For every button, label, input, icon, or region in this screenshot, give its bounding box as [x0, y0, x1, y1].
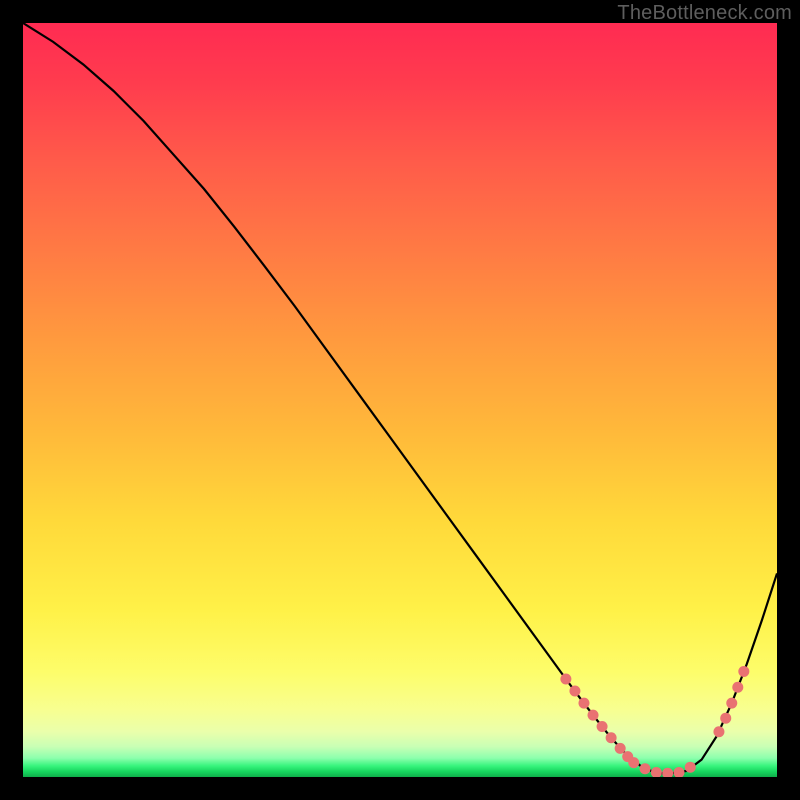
curve-layer: [23, 23, 777, 777]
marker-dot: [738, 666, 749, 677]
marker-dot: [640, 763, 651, 774]
marker-dot: [588, 710, 599, 721]
marker-dot: [569, 686, 580, 697]
marker-dot: [720, 713, 731, 724]
marker-dot: [662, 768, 673, 777]
marker-dot: [726, 698, 737, 709]
marker-dot: [615, 743, 626, 754]
marker-dot: [651, 767, 662, 777]
marker-dot: [560, 673, 571, 684]
marker-dot: [597, 721, 608, 732]
marker-group: [560, 666, 749, 777]
plot-area: [23, 23, 777, 777]
marker-dot: [713, 726, 724, 737]
bottleneck-curve-path: [23, 23, 777, 773]
marker-dot: [685, 762, 696, 773]
watermark-text: TheBottleneck.com: [617, 2, 792, 25]
marker-dot: [578, 698, 589, 709]
marker-dot: [606, 732, 617, 743]
chart-frame: TheBottleneck.com: [0, 0, 800, 800]
marker-dot: [628, 757, 639, 768]
marker-dot: [732, 682, 743, 693]
marker-dot: [673, 767, 684, 777]
